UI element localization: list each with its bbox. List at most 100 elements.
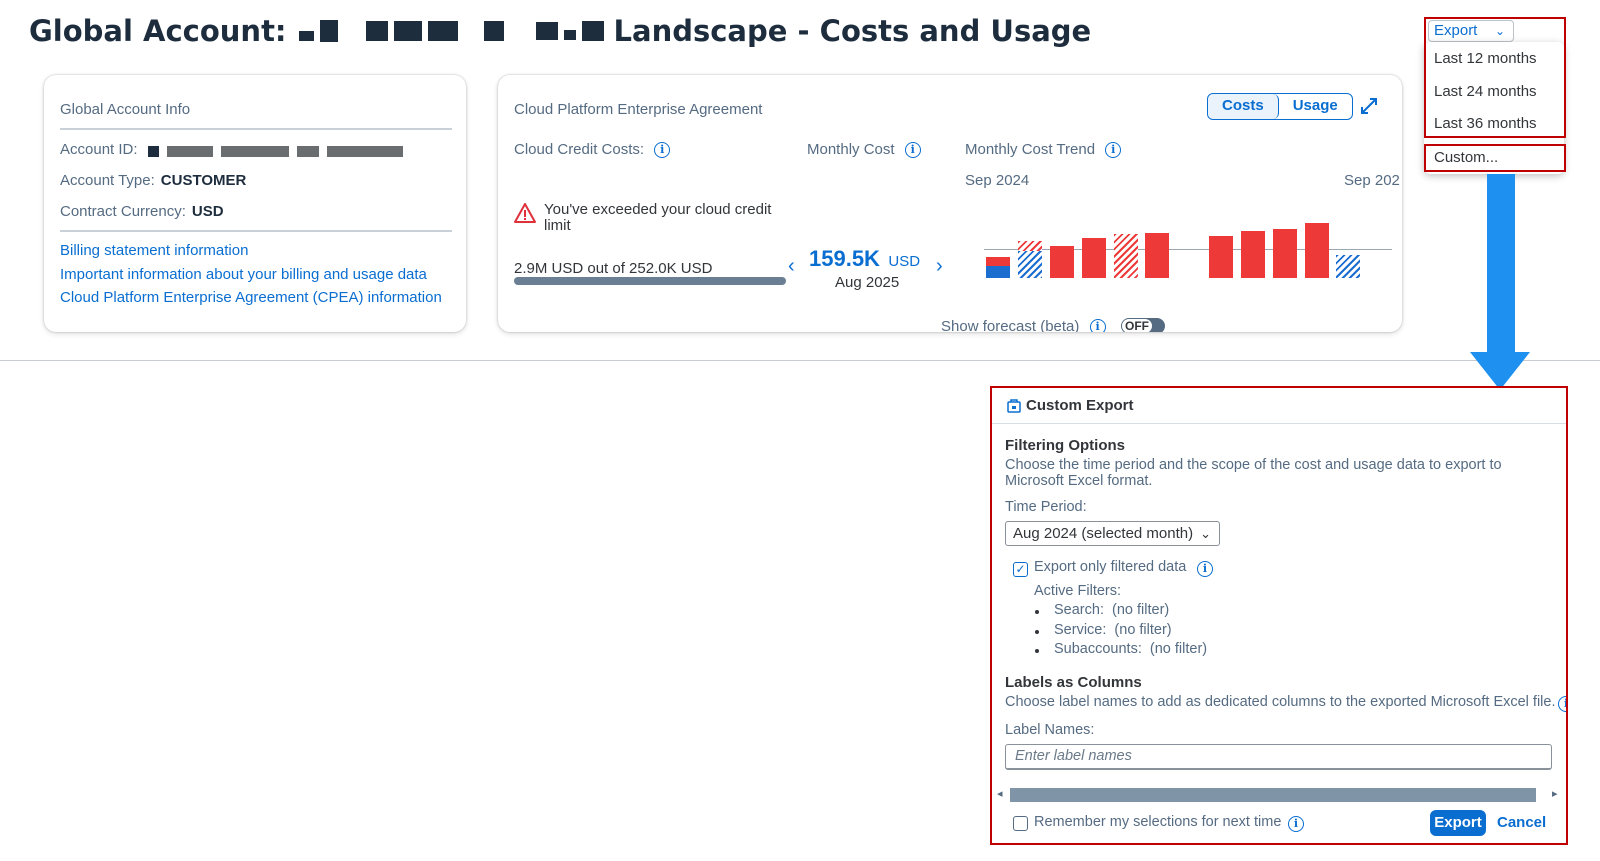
filter-search: Search: (no filter) — [1054, 602, 1169, 618]
filter-value: (no filter) — [1114, 622, 1172, 638]
time-period-select[interactable]: Aug 2024 (selected month) ⌄ — [1005, 521, 1220, 546]
custom-export-dialog: Custom Export Filtering Options Choose t… — [990, 386, 1568, 845]
time-period-value: Aug 2024 (selected month) — [1013, 525, 1194, 542]
account-type-row: Account Type: CUSTOMER — [60, 172, 246, 189]
bullet — [1035, 649, 1039, 653]
bullet — [1035, 610, 1039, 614]
menu-item-last-12[interactable]: Last 12 months — [1434, 50, 1537, 67]
account-info-card: Global Account Info Account ID: Account … — [44, 75, 466, 332]
bullet — [1035, 630, 1039, 634]
labels-heading: Labels as Columns — [1005, 674, 1142, 691]
divider — [60, 230, 452, 232]
trend-baseline — [984, 249, 1392, 250]
page-title: Global Account: Landscape - Costs and Us… — [29, 14, 1091, 48]
trend-bar — [1241, 231, 1265, 278]
menu-item-last-36[interactable]: Last 36 months — [1434, 115, 1537, 132]
expand-icon[interactable] — [1360, 97, 1378, 115]
tab-usage[interactable]: Usage — [1279, 94, 1352, 119]
export-button-label: Export — [1434, 22, 1478, 39]
top-area: Global Account: Landscape - Costs and Us… — [0, 0, 1600, 361]
trend-bar — [1082, 238, 1106, 278]
scroll-right-icon[interactable]: ▸ — [1552, 787, 1558, 800]
monthly-value-row: 159.5K USD — [809, 246, 920, 272]
trend-bar — [1018, 251, 1042, 278]
trend-bar — [1336, 255, 1360, 278]
warning-icon — [513, 202, 537, 224]
account-info-title: Global Account Info — [60, 101, 191, 118]
cancel-button[interactable]: Cancel — [1497, 810, 1546, 836]
trend-bar — [1050, 246, 1074, 278]
scroll-left-icon[interactable]: ◂ — [997, 787, 1003, 800]
monthly-trend-text: Monthly Cost Trend — [965, 141, 1096, 158]
trend-bar — [1018, 241, 1042, 251]
forecast-row: Show forecast (beta) i — [941, 318, 1106, 332]
info-icon[interactable]: i — [1288, 816, 1304, 832]
redacted-account-id — [147, 143, 403, 158]
trend-bar — [986, 257, 1010, 266]
filter-name: Search: — [1054, 602, 1104, 618]
cpea-info-link[interactable]: Cloud Platform Enterprise Agreement (CPE… — [60, 289, 442, 306]
export-filtered-label: Export only filtered data — [1034, 559, 1187, 575]
forecast-label: Show forecast (beta) — [941, 318, 1080, 332]
info-icon[interactable]: i — [1197, 561, 1213, 577]
filtering-desc-line-1: Choose the time period and the scope of … — [1005, 457, 1502, 473]
trend-bar — [1114, 234, 1138, 278]
cpea-title: Cloud Platform Enterprise Agreement — [514, 101, 763, 118]
menu-item-custom[interactable]: Custom... — [1434, 149, 1498, 166]
labels-desc: Choose label names to add as dedicated c… — [1005, 694, 1556, 710]
filter-value: (no filter) — [1112, 602, 1170, 618]
billing-statement-link[interactable]: Billing statement information — [60, 242, 248, 259]
info-icon[interactable]: i — [654, 142, 671, 159]
info-icon[interactable]: i — [1105, 142, 1122, 159]
trend-bar — [986, 266, 1010, 278]
arrow-shaft — [1487, 174, 1515, 354]
time-period-label: Time Period: — [1005, 499, 1087, 515]
credit-warning: You've exceeded your cloud credit limit — [544, 201, 772, 234]
export-confirm-button[interactable]: Export — [1430, 810, 1486, 836]
filter-name: Service: — [1054, 622, 1107, 638]
credit-usage-text: 2.9M USD out of 252.0K USD — [514, 260, 713, 277]
forecast-toggle[interactable]: OFF — [1121, 318, 1165, 332]
dialog-header: Custom Export — [992, 388, 1566, 424]
remember-checkbox[interactable] — [1013, 816, 1028, 831]
menu-item-last-24[interactable]: Last 24 months — [1434, 83, 1537, 100]
filtering-desc-line-2: Microsoft Excel format. — [1005, 473, 1153, 489]
trend-bar — [1209, 236, 1233, 278]
monthly-month: Aug 2025 — [835, 274, 900, 291]
monthly-trend-label: Monthly Cost Trend i — [965, 141, 1122, 159]
export-file-icon — [1006, 398, 1022, 414]
next-month-icon[interactable]: › — [936, 255, 943, 278]
info-icon[interactable]: i — [904, 142, 921, 159]
tab-costs[interactable]: Costs — [1208, 94, 1279, 119]
monthly-currency: USD — [888, 253, 921, 270]
export-filtered-checkbox[interactable]: ✓ — [1013, 562, 1028, 577]
costs-usage-toggle: Costs Usage — [1207, 93, 1353, 120]
currency-label: Contract Currency: — [60, 203, 186, 220]
trend-chart — [984, 215, 1394, 281]
monthly-cost-label: Monthly Cost i — [807, 141, 921, 159]
label-names-label: Label Names: — [1005, 722, 1095, 738]
arrow-down-icon — [1470, 352, 1530, 390]
divider — [60, 128, 452, 130]
info-icon[interactable]: i — [1558, 696, 1566, 712]
credit-costs-label: Cloud Credit Costs: i — [514, 141, 671, 159]
cpea-card: Cloud Platform Enterprise Agreement Cost… — [498, 75, 1402, 332]
export-button[interactable]: Export ⌄ — [1428, 20, 1514, 42]
horizontal-scrollbar[interactable] — [1010, 788, 1536, 802]
label-names-input[interactable]: Enter label names — [1005, 744, 1552, 770]
account-type-label: Account Type: — [60, 172, 155, 189]
monthly-value: 159.5K — [809, 246, 880, 271]
monthly-cost-text: Monthly Cost — [807, 141, 895, 158]
redacted-account-name — [298, 20, 604, 42]
chevron-down-icon: ⌄ — [1495, 24, 1506, 38]
credit-costs-text: Cloud Credit Costs: — [514, 141, 645, 158]
remember-label: Remember my selections for next time — [1034, 814, 1282, 830]
billing-usage-info-link[interactable]: Important information about your billing… — [60, 266, 427, 283]
trend-end-label: Sep 202 — [1344, 172, 1400, 189]
account-id-label: Account ID: — [60, 141, 138, 158]
info-icon[interactable]: i — [1089, 319, 1106, 332]
trend-bar — [1145, 233, 1169, 278]
prev-month-icon[interactable]: ‹ — [788, 255, 795, 278]
active-filters-label: Active Filters: — [1034, 583, 1122, 599]
trend-bar — [1305, 223, 1329, 278]
